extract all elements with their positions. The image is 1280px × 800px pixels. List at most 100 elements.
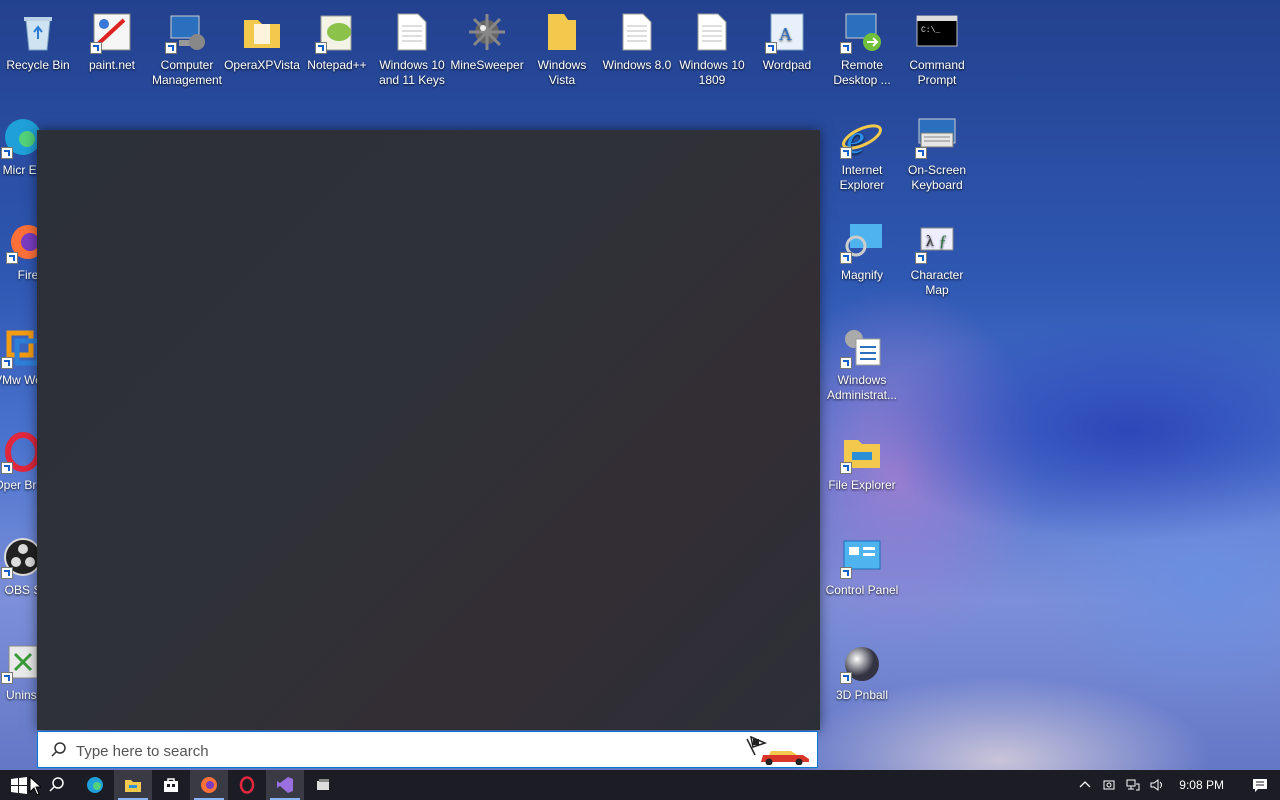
icon-label: paint.net — [88, 58, 136, 72]
icon-label: Computer Management — [151, 58, 223, 87]
icon-label: Remote Desktop ... — [833, 58, 891, 87]
icon-label: MineSweeper — [450, 58, 524, 72]
desktop-icon-recycle-bin[interactable]: Recycle Bin — [0, 10, 76, 73]
taskbar-file-explorer-button[interactable] — [114, 770, 152, 800]
desktop-icon-notepad-plus-plus[interactable]: Notepad++ — [299, 10, 375, 73]
icon-label: Windows Vista — [537, 58, 587, 87]
taskbar-clock[interactable]: 9:08 PM — [1169, 778, 1240, 792]
icon-label: Command Prompt — [909, 58, 965, 87]
notification-icon — [1253, 779, 1267, 792]
desktop-icon-character-map[interactable]: λƒ Character Map — [899, 220, 975, 298]
shortcut-arrow-icon — [165, 42, 177, 54]
remote-desktop-icon — [840, 10, 884, 54]
desktop-icon-magnify[interactable]: Magnify — [824, 220, 900, 283]
character-map-icon: λƒ — [915, 220, 959, 264]
system-tray: 9:08 PM — [1073, 770, 1280, 800]
action-center-button[interactable] — [1240, 770, 1280, 800]
desktop-icon-file-explorer[interactable]: File Explorer — [824, 430, 900, 493]
search-highlight-race-car-icon[interactable] — [741, 735, 813, 765]
shortcut-arrow-icon — [90, 42, 102, 54]
svg-text:C:\_: C:\_ — [921, 26, 940, 35]
svg-text:ƒ: ƒ — [939, 233, 947, 250]
shortcut-arrow-icon — [6, 252, 18, 264]
desktop-icon-on-screen-keyboard[interactable]: On-Screen Keyboard — [899, 115, 975, 193]
icon-label: Character Map — [910, 268, 964, 297]
show-hidden-icons-button[interactable] — [1073, 770, 1097, 800]
chevron-up-icon — [1079, 781, 1091, 788]
magnifier-icon — [840, 220, 884, 264]
svg-text:A: A — [779, 24, 792, 44]
desktop-icon-wordpad[interactable]: A Wordpad — [749, 10, 825, 73]
shortcut-arrow-icon — [840, 462, 852, 474]
desktop-icon-paint-net[interactable]: paint.net — [74, 10, 150, 73]
desktop-icon-control-panel[interactable]: Control Panel — [824, 535, 900, 598]
desktop-icon-remote-desktop[interactable]: Remote Desktop ... — [824, 10, 900, 88]
pinball-icon — [840, 640, 884, 684]
camera-icon — [1103, 780, 1115, 790]
desktop-icon-command-prompt[interactable]: C:\_ Command Prompt — [899, 10, 975, 88]
desktop-icon-windows-8-0[interactable]: Windows 8.0 — [599, 10, 675, 73]
desktop-icon-computer-management[interactable]: Computer Management — [149, 10, 225, 88]
taskbar-visual-studio-button[interactable] — [266, 770, 304, 800]
wordpad-icon: A — [765, 10, 809, 54]
desktop-icon-windows-vista[interactable]: Windows Vista — [524, 10, 600, 88]
taskbar-edge-button[interactable] — [76, 770, 114, 800]
desktop-icon-windows-10-keys[interactable]: Windows 10 and 11 Keys — [374, 10, 450, 88]
search-box[interactable] — [37, 731, 818, 768]
icon-label: Fire — [17, 268, 39, 282]
text-file-icon — [390, 10, 434, 54]
shortcut-arrow-icon — [840, 252, 852, 264]
shortcut-arrow-icon — [840, 672, 852, 684]
shortcut-arrow-icon — [840, 42, 852, 54]
text-file-icon — [615, 10, 659, 54]
text-file-icon — [690, 10, 734, 54]
icon-label: OperaXPVista — [224, 58, 300, 72]
shortcut-arrow-icon — [1, 357, 13, 369]
taskbar-store-button[interactable] — [152, 770, 190, 800]
folder-icon — [540, 10, 584, 54]
file-explorer-icon — [840, 430, 884, 474]
desktop-icon-minesweeper[interactable]: MineSweeper — [449, 10, 525, 73]
desktop-icon-3d-pinball[interactable]: 3D Pnball — [824, 640, 900, 703]
icon-label: OBS S — [4, 583, 42, 597]
visual-studio-icon — [277, 777, 293, 793]
opera-icon — [239, 776, 255, 794]
icon-label: 3D Pnball — [835, 688, 889, 702]
icon-label: Uninst — [5, 688, 40, 702]
computer-management-icon — [165, 10, 209, 54]
desktop-icon-windows-10-1809[interactable]: Windows 10 1809 — [674, 10, 750, 88]
desktop-icon-operaxpvista[interactable]: OperaXPVista — [224, 10, 300, 73]
desktop-icon-windows-administrative-tools[interactable]: Windows Administrat... — [824, 325, 900, 403]
taskbar-search-button[interactable] — [38, 770, 76, 800]
shortcut-arrow-icon — [840, 357, 852, 369]
taskbar-firefox-button[interactable] — [190, 770, 228, 800]
search-icon — [49, 777, 64, 792]
control-panel-icon — [840, 535, 884, 579]
tray-camera-button[interactable] — [1097, 770, 1121, 800]
paint-net-icon — [90, 10, 134, 54]
search-input[interactable] — [74, 738, 718, 764]
folder-icon — [240, 10, 284, 54]
taskbar-opera-button[interactable] — [228, 770, 266, 800]
shortcut-arrow-icon — [1, 567, 13, 579]
shortcut-arrow-icon — [765, 42, 777, 54]
icon-label: Windows Administrat... — [826, 373, 898, 402]
icon-label: On-Screen Keyboard — [907, 163, 967, 192]
command-prompt-icon: C:\_ — [915, 10, 959, 54]
internet-explorer-icon: e — [840, 115, 884, 159]
mouse-cursor-icon — [29, 776, 41, 796]
taskbar: 9:08 PM — [0, 770, 1280, 800]
desktop-icon-internet-explorer[interactable]: e Internet Explorer — [824, 115, 900, 193]
admin-tools-icon — [840, 325, 884, 369]
tray-volume-button[interactable] — [1145, 770, 1169, 800]
shortcut-arrow-icon — [840, 147, 852, 159]
network-icon — [1126, 779, 1140, 791]
tray-network-button[interactable] — [1121, 770, 1145, 800]
shortcut-arrow-icon — [1, 147, 13, 159]
shortcut-arrow-icon — [915, 147, 927, 159]
edge-icon — [87, 777, 103, 793]
taskbar-app-button[interactable] — [304, 770, 342, 800]
icon-label: Wordpad — [762, 58, 812, 72]
icon-label: Windows 8.0 — [602, 58, 672, 72]
shortcut-arrow-icon — [915, 252, 927, 264]
